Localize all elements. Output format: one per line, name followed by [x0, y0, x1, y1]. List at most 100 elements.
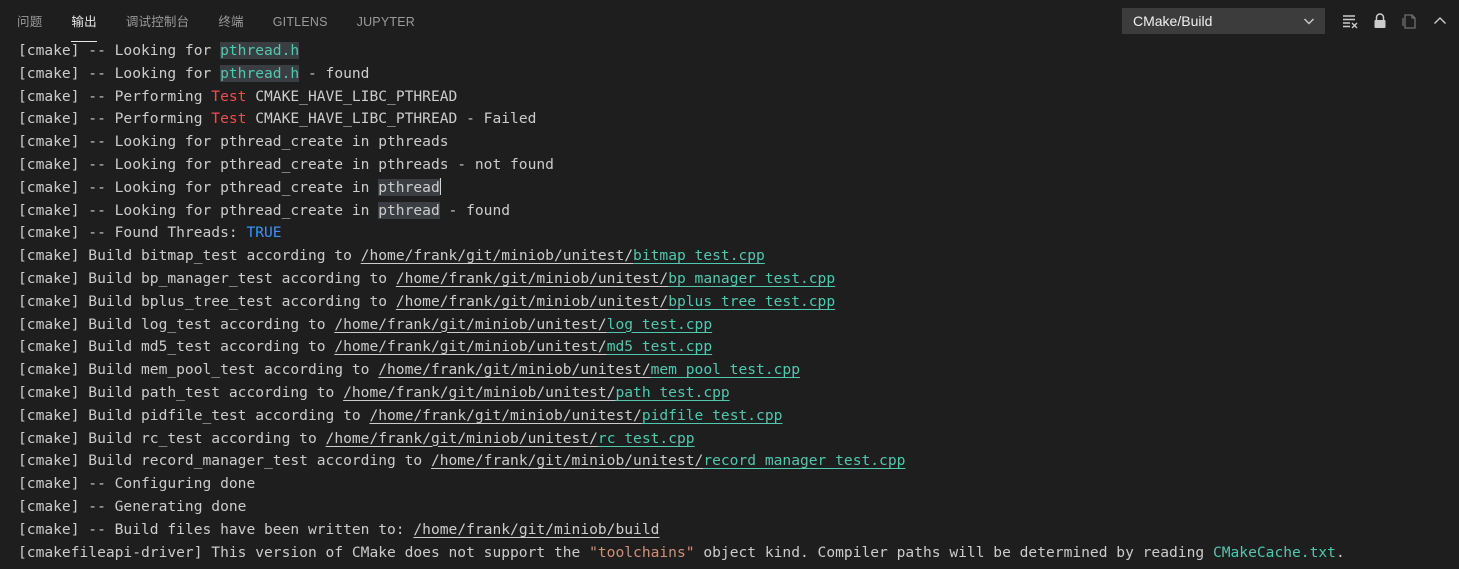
output-link[interactable]: log_test.cpp: [607, 316, 712, 333]
output-link[interactable]: /home/frank/git/miniob/unitest/: [431, 452, 703, 469]
output-line: [cmake] -- Build files have been written…: [18, 519, 1459, 542]
output-log[interactable]: [cmake] -- Looking for pthread.h [cmake] …: [18, 40, 1459, 569]
output-line: [cmake] Build bp_manager_test according …: [18, 268, 1459, 291]
output-channel-value: CMake/Build: [1133, 13, 1213, 29]
output-line: [cmake] Build bplus_tree_test according …: [18, 291, 1459, 314]
output-text: [cmake] -- Found Threads:: [18, 224, 247, 242]
output-line: [cmake] -- Looking for pthread_create in…: [18, 131, 1459, 154]
output-link[interactable]: path_test.cpp: [615, 384, 729, 401]
output-text: "toolchains": [589, 543, 695, 561]
output-line: [cmake] -- Performing Test CMAKE_HAVE_LI…: [18, 108, 1459, 131]
tab-gitlens[interactable]: GITLENS: [273, 0, 328, 42]
output-text: [cmake] Build bp_manager_test according …: [18, 269, 396, 287]
tab-输出[interactable]: 输出: [71, 0, 97, 42]
output-line: [cmake] Build mem_pool_test according to…: [18, 359, 1459, 382]
output-text: [cmake] Build pidfile_test according to: [18, 406, 370, 424]
lock-scroll-icon[interactable]: [1369, 10, 1391, 32]
output-link[interactable]: bplus_tree_test.cpp: [668, 293, 835, 310]
output-line: [cmake] -- Looking for pthread_create in…: [18, 200, 1459, 223]
output-text: [cmake] -- Looking for: [18, 42, 221, 59]
output-text: [cmake] Build bplus_tree_test according …: [18, 292, 396, 310]
output-line: [cmake] -- Configuring done: [18, 473, 1459, 496]
output-line: [cmake] -- Generating done: [18, 496, 1459, 519]
output-line: [cmake] -- Looking for pthread_create in…: [18, 154, 1459, 177]
output-text: [cmake] -- Looking for pthread_create in…: [18, 155, 554, 173]
output-line: [cmake] Build record_manager_test accord…: [18, 450, 1459, 473]
output-text: - found: [439, 201, 511, 219]
output-link[interactable]: record_manager_test.cpp: [703, 452, 905, 469]
output-link[interactable]: /home/frank/git/miniob/unitest/: [396, 293, 668, 310]
output-text: pthread: [378, 178, 440, 196]
panel-header: 问题 输出 调试控制台 终端 GITLENS JUPYTER CMake/Build: [0, 0, 1459, 42]
output-text: Test: [211, 87, 247, 105]
output-link[interactable]: rc_test.cpp: [598, 430, 695, 447]
output-link[interactable]: pthread.h: [220, 42, 300, 59]
tab-终端[interactable]: 终端: [218, 0, 243, 42]
output-link[interactable]: md5_test.cpp: [607, 338, 712, 355]
output-text: - found: [299, 64, 370, 82]
output-link[interactable]: /home/frank/git/miniob/unitest/: [396, 270, 668, 287]
output-text: .: [1335, 543, 1345, 561]
output-line: [cmake] Build rc_test according to /home…: [18, 428, 1459, 451]
text-cursor: [439, 177, 441, 195]
output-link[interactable]: /home/frank/git/miniob/unitest/: [334, 316, 606, 333]
output-link[interactable]: /home/frank/git/miniob/unitest/: [361, 247, 633, 264]
output-text: [cmake] Build bitmap_test according to: [18, 247, 361, 265]
output-text: CMAKE_HAVE_LIBC_PTHREAD: [246, 87, 458, 105]
open-in-editor-icon[interactable]: [1399, 10, 1421, 32]
output-panel: 问题 输出 调试控制台 终端 GITLENS JUPYTER CMake/Build: [0, 0, 1459, 569]
output-channel-select[interactable]: CMake/Build: [1122, 8, 1325, 34]
chevron-down-icon: [1302, 14, 1316, 28]
output-text: pthread: [378, 201, 440, 219]
output-link[interactable]: pidfile_test.cpp: [642, 407, 783, 424]
output-line: [cmake] -- Found Threads: TRUE: [18, 222, 1459, 245]
output-text: [cmake] Build record_manager_test accord…: [18, 452, 431, 470]
output-line: [cmake] -- Looking for pthread.h: [18, 40, 1459, 63]
tab-jupyter[interactable]: JUPYTER: [357, 0, 415, 42]
output-text: [cmake] Build mem_pool_test according to: [18, 361, 379, 379]
output-text: object kind. Compiler paths will be dete…: [694, 543, 1213, 561]
output-link[interactable]: /home/frank/git/miniob/unitest/: [378, 361, 650, 378]
output-text: [cmake] -- Looking for pthread_create in: [18, 178, 379, 196]
output-line: [cmake] Build log_test according to /hom…: [18, 314, 1459, 337]
output-line: [cmake] Build path_test according to /ho…: [18, 382, 1459, 405]
tab-问题[interactable]: 问题: [17, 0, 42, 42]
output-link[interactable]: TRUE: [246, 224, 281, 241]
maximize-panel-icon[interactable]: [1429, 10, 1451, 32]
output-text: [cmake] Build path_test according to: [18, 383, 344, 401]
output-text: [cmake] Build md5_test according to: [18, 338, 335, 356]
output-text: [cmake] -- Performing: [18, 110, 212, 128]
output-line: [cmake] -- Looking for pthread.h - found: [18, 63, 1459, 86]
output-link[interactable]: mem_pool_test.cpp: [651, 361, 800, 378]
output-text: [cmake] -- Performing: [18, 87, 212, 105]
output-line: [cmake] Build bitmap_test according to /…: [18, 245, 1459, 268]
output-line: [cmakefileapi-driver] This version of CM…: [18, 542, 1459, 565]
output-text: [cmake] -- Build files have been written…: [18, 520, 414, 538]
output-text: [cmake] -- Looking for pthread_create in…: [18, 133, 449, 151]
panel-toolbar: CMake/Build: [1122, 0, 1459, 42]
tab-调试控制台[interactable]: 调试控制台: [126, 0, 190, 42]
output-link[interactable]: /home/frank/git/miniob/unitest/: [343, 384, 615, 401]
output-text: [cmakefileapi-driver] This version of CM…: [18, 543, 590, 561]
output-link[interactable]: bp_manager_test.cpp: [668, 270, 835, 287]
output-line: [cmake] -- Performing Test CMAKE_HAVE_LI…: [18, 86, 1459, 109]
output-line: [cmake] Build md5_test according to /hom…: [18, 336, 1459, 359]
output-line: [cmake] Build pidfile_test according to …: [18, 405, 1459, 428]
output-link[interactable]: /home/frank/git/miniob/unitest/: [326, 430, 598, 447]
output-text: Test: [211, 110, 247, 128]
output-link[interactable]: CMakeCache.txt: [1213, 544, 1336, 561]
output-link[interactable]: /home/frank/git/miniob/build: [413, 521, 659, 538]
output-text: CMAKE_HAVE_LIBC_PTHREAD - Failed: [246, 110, 537, 128]
panel-tabs: 问题 输出 调试控制台 终端 GITLENS JUPYTER: [0, 0, 444, 42]
output-link[interactable]: /home/frank/git/miniob/unitest/: [334, 338, 606, 355]
output-link[interactable]: /home/frank/git/miniob/unitest/: [369, 407, 641, 424]
output-text: [cmake] -- Configuring done: [18, 475, 256, 493]
output-line: [cmake] -- Looking for pthread_create in…: [18, 177, 1459, 200]
clear-output-icon[interactable]: [1339, 10, 1361, 32]
output-text: [cmake] -- Generating done: [18, 497, 247, 515]
output-text: [cmake] Build rc_test according to: [18, 429, 326, 447]
output-text: [cmake] -- Looking for pthread_create in: [18, 201, 379, 219]
output-link[interactable]: bitmap_test.cpp: [633, 247, 765, 264]
output-text: [cmake] Build log_test according to: [18, 315, 335, 333]
output-link[interactable]: pthread.h: [220, 64, 300, 82]
